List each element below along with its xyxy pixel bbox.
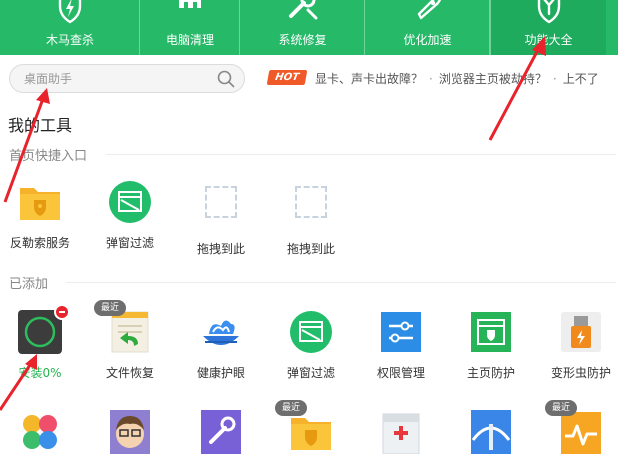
annotation-arrows	[0, 36, 546, 411]
arrow-to-installing-tool	[0, 354, 37, 411]
arrow-to-all-features	[488, 36, 546, 141]
arrow-to-search	[3, 88, 50, 203]
